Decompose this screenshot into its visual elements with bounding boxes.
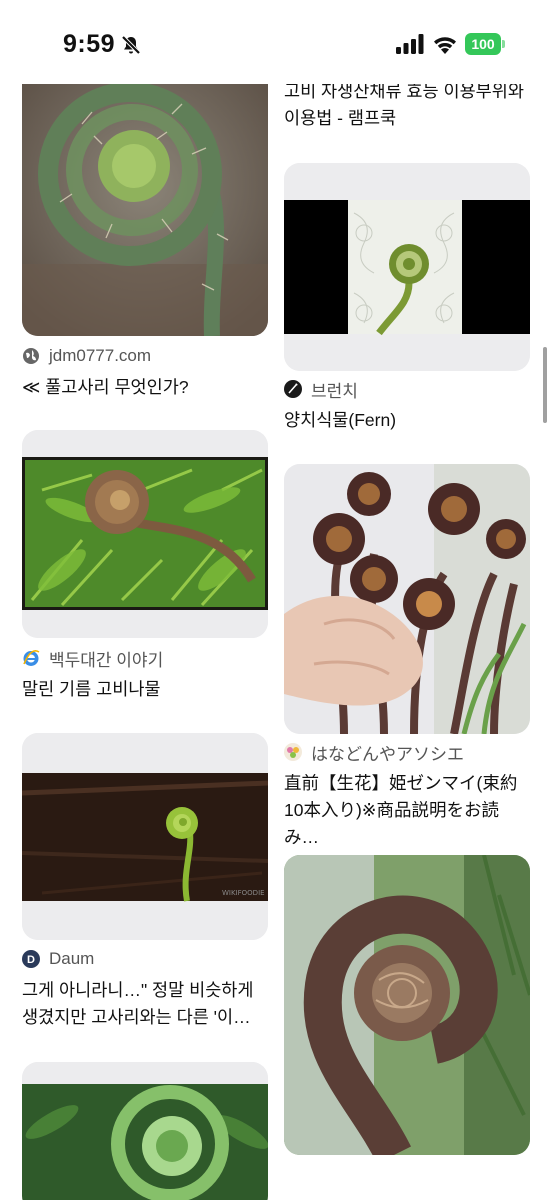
globe-icon — [23, 348, 39, 364]
result-image[interactable] — [284, 855, 530, 1155]
bell-slash-icon — [121, 35, 141, 55]
result-image[interactable] — [284, 464, 530, 734]
wifi-icon — [434, 37, 456, 54]
result-source-label: はなどんやアソシエ — [311, 744, 464, 764]
result-source-label: Daum — [49, 949, 95, 968]
flower-icon — [284, 743, 302, 761]
result-source[interactable]: 브런치 — [284, 377, 358, 401]
result-image[interactable] — [22, 430, 268, 638]
result-title[interactable]: 말린 기름 고비나물 — [22, 676, 268, 703]
result-image[interactable]: WIKIFOODIE — [22, 733, 268, 940]
result-title[interactable]: 고비 자생산채류 효능 이용부위와 이용법 - 램프쿡 — [284, 78, 530, 132]
daum-icon: D — [22, 950, 40, 968]
result-source[interactable]: jdm0777.com — [22, 344, 151, 368]
status-bar: 9:59 100 — [0, 0, 552, 84]
svg-text:D: D — [27, 954, 35, 966]
result-source-label: 백두대간 이야기 — [49, 650, 164, 670]
result-title[interactable]: 直前【生花】姫ゼンマイ(束約10本入り)※商品説明をお読み… — [284, 770, 530, 851]
result-image[interactable] — [284, 163, 530, 371]
scroll-indicator[interactable] — [543, 347, 547, 423]
brunch-icon — [284, 380, 302, 398]
result-source[interactable]: D Daum — [22, 947, 94, 971]
svg-text:WIKIFOODIE: WIKIFOODIE — [222, 889, 265, 897]
result-title[interactable]: 그게 아니라니…" 정말 비슷하게 생겼지만 고사리와는 다른 '이… — [22, 977, 268, 1031]
result-source[interactable]: 백두대간 이야기 — [22, 646, 163, 670]
result-source-label: 브런치 — [311, 381, 358, 401]
battery-icon: 100 — [465, 33, 505, 55]
result-image[interactable] — [22, 84, 268, 336]
result-source[interactable]: はなどんやアソシエ — [284, 740, 464, 764]
result-source-label: jdm0777.com — [49, 346, 152, 365]
battery-level: 100 — [465, 33, 501, 55]
cellular-signal-icon — [396, 34, 424, 54]
result-title[interactable]: ≪ 풀고사리 무엇인가? — [22, 374, 268, 401]
result-title[interactable]: 양치식물(Fern) — [284, 407, 530, 434]
result-image[interactable] — [22, 1062, 268, 1200]
status-time: 9:59 — [63, 30, 116, 58]
ie-icon — [23, 650, 40, 666]
